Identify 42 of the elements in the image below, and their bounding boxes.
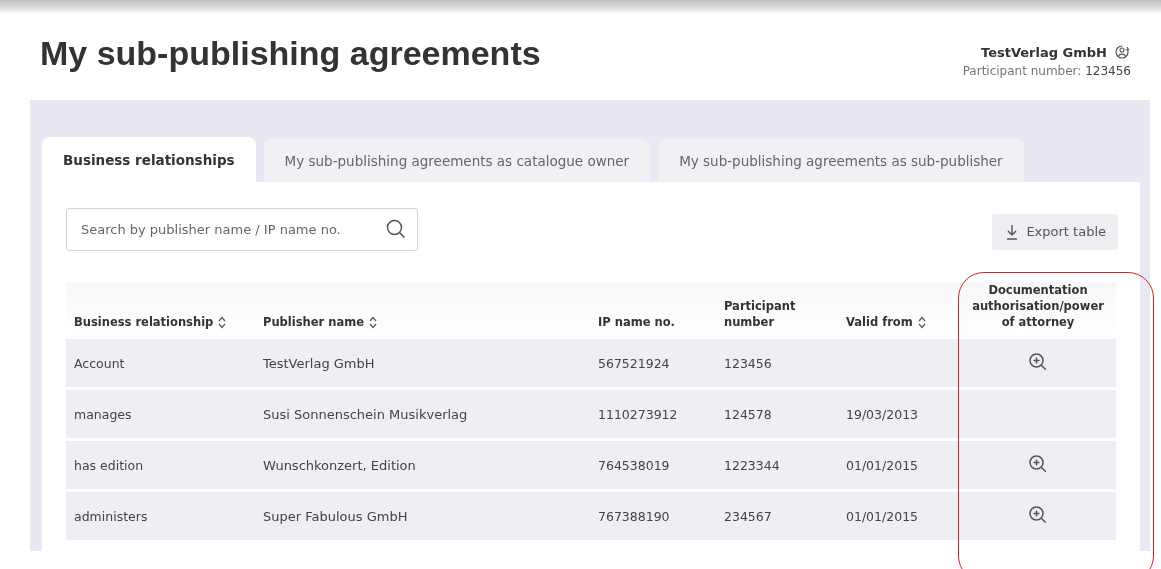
column-header: Participant number [724,298,797,330]
participant-number: Participant number: 123456 [962,64,1131,78]
table-cell: TestVerlag GmbH [263,355,375,371]
zoom-in-icon[interactable] [1028,351,1048,372]
column-header: Documentation authorisation/power of attorney [971,282,1105,330]
table-cell: 19/03/2013 [846,406,919,422]
table-cell: 567521924 [598,355,670,371]
page-title: My sub-publishing agreements [40,33,541,74]
table-cell: Account [74,355,125,371]
table-cell: has edition [74,457,144,473]
sort-icon[interactable] [218,315,227,329]
search-icon[interactable] [386,219,406,239]
table-cell: Susi Sonnenschein Musikverlag [263,406,468,422]
column-header[interactable]: Business relationship [74,314,214,330]
table-cell: 764538019 [598,457,670,473]
table-cell: 123456 [724,355,772,371]
column-header: IP name no. [598,314,675,330]
table-cell: manages [74,406,132,422]
tab[interactable]: My sub-publishing agreements as sub-publisher [658,139,1024,182]
table-cell: Wunschkonzert, Edition [263,457,416,473]
tab[interactable]: My sub-publishing agreements as catalogue owner [263,139,651,182]
table-cell: 124578 [724,406,772,422]
table-cell: administers [74,508,148,524]
user-rotate-icon[interactable] [1113,44,1131,60]
tab[interactable]: Business relationships [42,137,256,182]
table-cell: 1223344 [724,457,780,473]
sort-icon[interactable] [368,315,377,329]
table-cell: 234567 [724,508,772,524]
sort-icon[interactable] [917,315,926,329]
table-cell: Super Fabulous GmbH [263,508,408,524]
account-name: TestVerlag GmbH [981,44,1107,60]
table-cell: 01/01/2015 [846,508,919,524]
download-icon [1006,223,1019,240]
table-cell: 1110273912 [598,406,678,422]
export-button[interactable]: Export table [992,213,1118,250]
zoom-in-icon[interactable] [1028,453,1048,474]
search-field[interactable]: Search by publisher name / IP name no. [66,208,418,251]
zoom-in-icon[interactable] [1028,504,1048,525]
column-header[interactable]: Valid from [846,314,913,330]
column-header[interactable]: Publisher name [263,314,364,330]
table-cell: 01/01/2015 [846,457,919,473]
table-cell: 767388190 [598,508,670,524]
